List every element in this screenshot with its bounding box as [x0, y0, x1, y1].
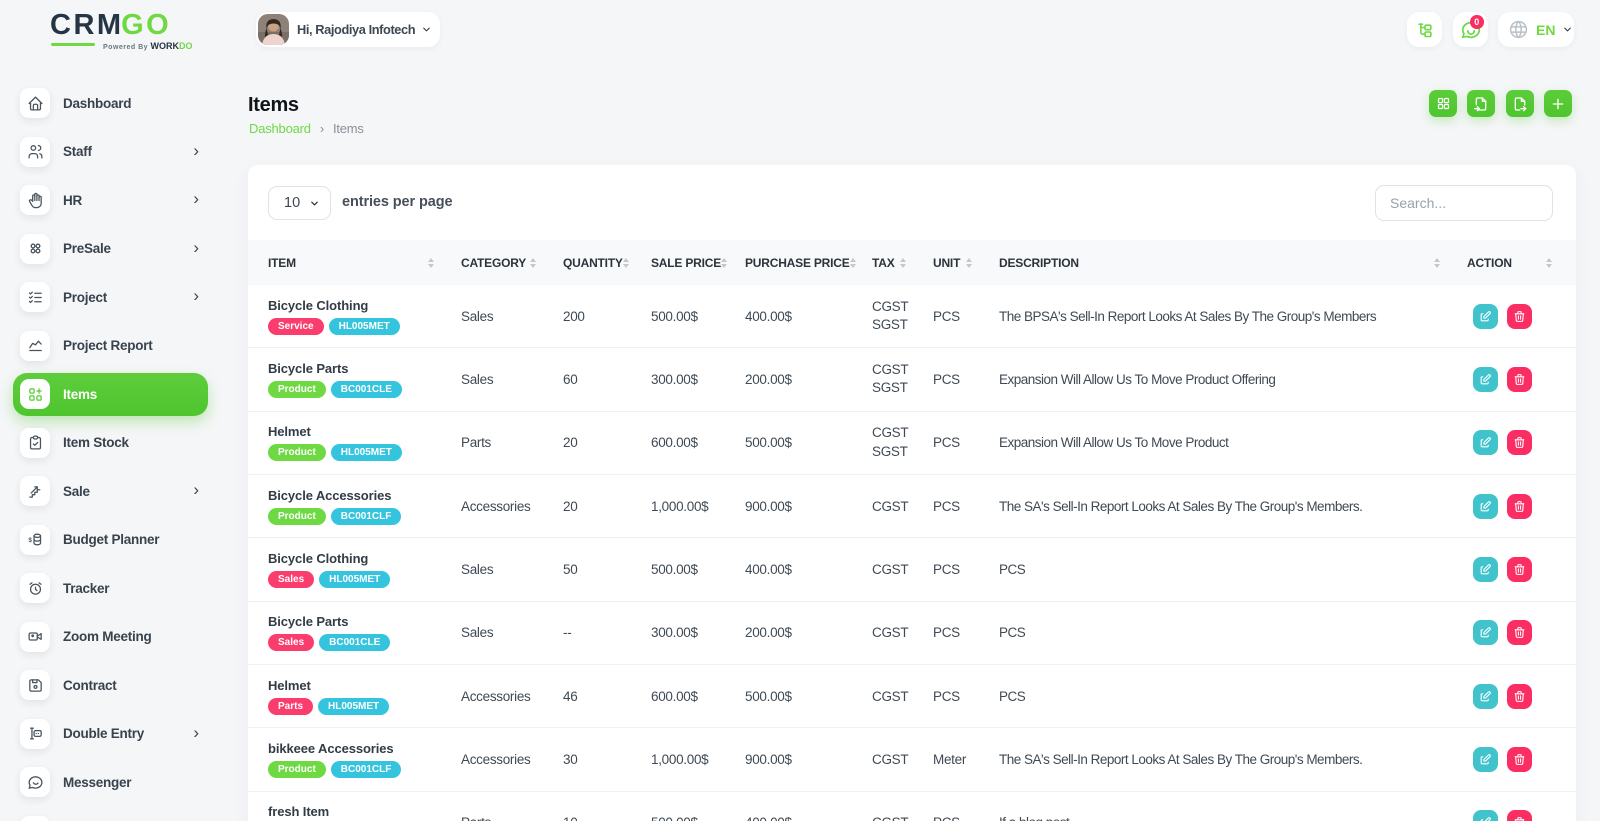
svg-text:$: $	[28, 538, 32, 544]
